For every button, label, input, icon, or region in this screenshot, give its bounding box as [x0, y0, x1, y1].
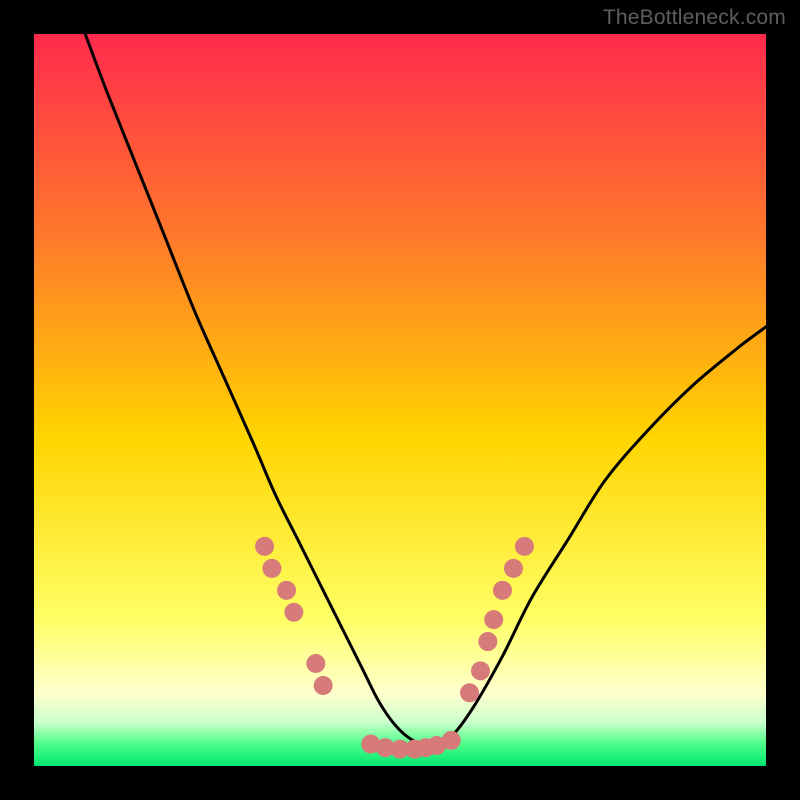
data-dot: [306, 654, 325, 673]
data-dot: [284, 603, 303, 622]
data-dot: [460, 683, 479, 702]
data-dot: [442, 731, 461, 750]
data-dot: [484, 610, 503, 629]
data-dot: [277, 581, 296, 600]
data-dot: [504, 559, 523, 578]
data-dot: [262, 559, 281, 578]
dot-cluster-left: [255, 537, 333, 695]
data-dot: [478, 632, 497, 651]
data-dot: [255, 537, 274, 556]
dot-cluster-right: [460, 537, 534, 702]
watermark-text: TheBottleneck.com: [603, 6, 786, 30]
data-dot: [493, 581, 512, 600]
data-dot: [314, 676, 333, 695]
data-dot: [515, 537, 534, 556]
chart-outer-frame: TheBottleneck.com: [0, 0, 800, 800]
plot-area: [34, 34, 766, 766]
chart-svg: [34, 34, 766, 766]
bottleneck-curve: [85, 34, 766, 745]
data-dot: [471, 661, 490, 680]
dot-cluster-bottom: [361, 731, 461, 759]
